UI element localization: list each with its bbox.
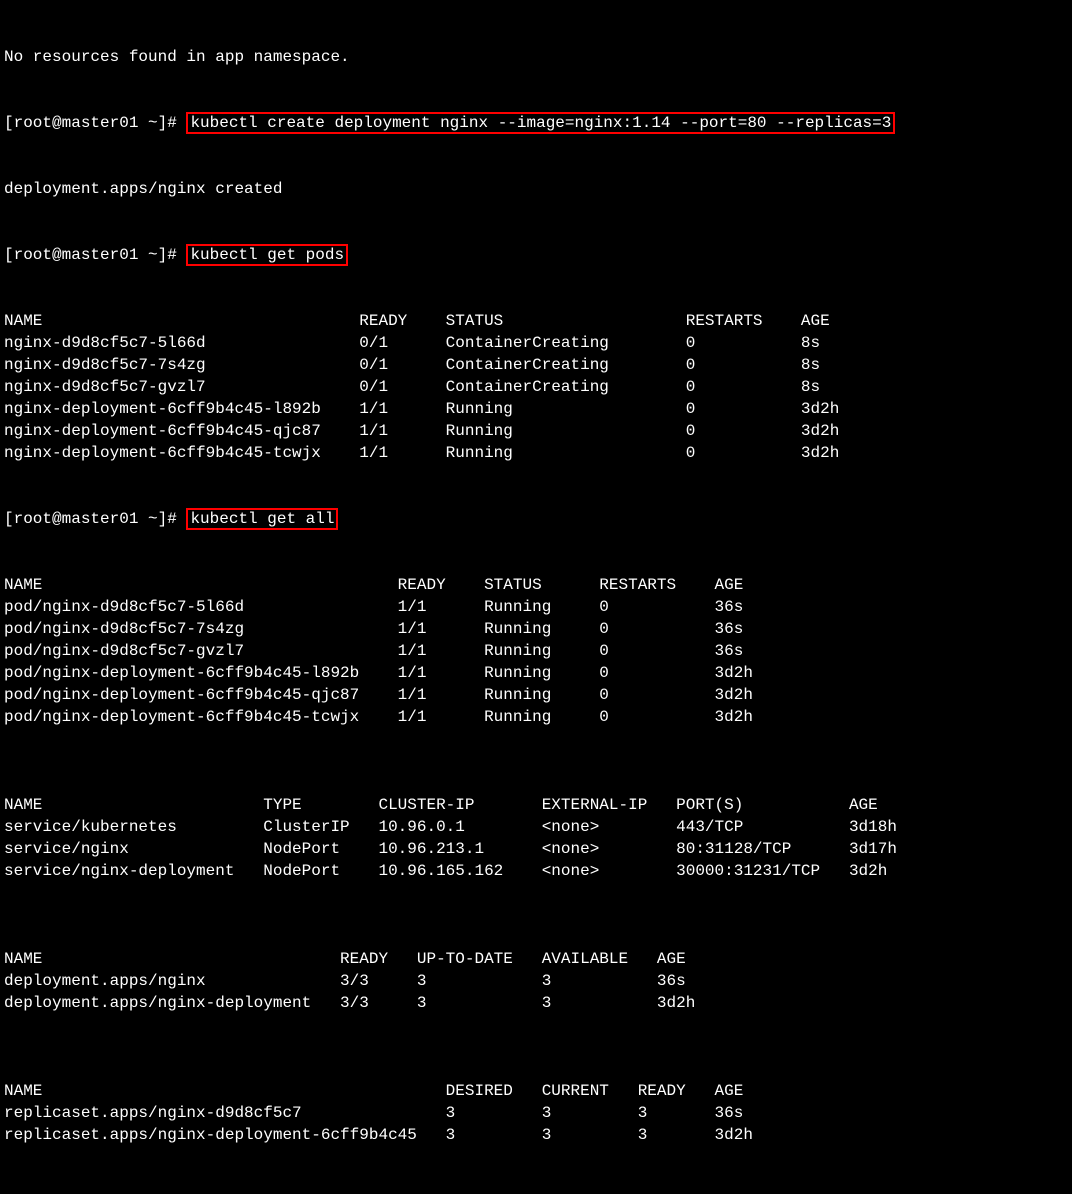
pod-row: nginx-d9d8cf5c7-7s4zg 0/1 ContainerCreat… [4,354,1068,376]
table-header: NAME DESIRED CURRENT READY AGE [4,1080,1068,1102]
highlight-cmd2: kubectl get pods [186,244,348,266]
services-table: NAME TYPE CLUSTER-IP EXTERNAL-IP PORT(S)… [4,794,1068,882]
deployments-table: NAME READY UP-TO-DATE AVAILABLE AGEdeplo… [4,948,1068,1014]
highlight-cmd1: kubectl create deployment nginx --image=… [186,112,895,134]
cmd1-text: kubectl create deployment nginx --image=… [190,114,891,132]
pod-row: pod/nginx-deployment-6cff9b4c45-tcwjx 1/… [4,706,1068,728]
command-line-3: [root@master01 ~]# kubectl get all [4,508,1068,530]
pod-row: nginx-d9d8cf5c7-gvzl7 0/1 ContainerCreat… [4,376,1068,398]
output-line: deployment.apps/nginx created [4,178,1068,200]
all-pods-table: NAME READY STATUS RESTARTS AGEpod/nginx-… [4,574,1068,728]
pod-row: pod/nginx-deployment-6cff9b4c45-l892b 1/… [4,662,1068,684]
replicaset-row: replicaset.apps/nginx-deployment-6cff9b4… [4,1124,1068,1146]
pod-row: pod/nginx-d9d8cf5c7-7s4zg 1/1 Running 0 … [4,618,1068,640]
table-header: NAME TYPE CLUSTER-IP EXTERNAL-IP PORT(S)… [4,794,1068,816]
pod-row: nginx-deployment-6cff9b4c45-l892b 1/1 Ru… [4,398,1068,420]
truncated-line: No resources found in app namespace. [4,46,1068,68]
cmd2-text: kubectl get pods [190,246,344,264]
service-row: service/nginx NodePort 10.96.213.1 <none… [4,838,1068,860]
pod-row: pod/nginx-deployment-6cff9b4c45-qjc87 1/… [4,684,1068,706]
table-header: NAME READY UP-TO-DATE AVAILABLE AGE [4,948,1068,970]
blank-line [4,904,1068,926]
command-line-1: [root@master01 ~]# kubectl create deploy… [4,112,1068,134]
table-header: NAME READY STATUS RESTARTS AGE [4,310,1068,332]
pod-row: pod/nginx-d9d8cf5c7-5l66d 1/1 Running 0 … [4,596,1068,618]
blank-line [4,750,1068,772]
cmd3-text: kubectl get all [190,510,334,528]
terminal[interactable]: No resources found in app namespace. [ro… [0,0,1072,1194]
replicaset-row: replicaset.apps/nginx-d9d8cf5c7 3 3 3 36… [4,1102,1068,1124]
pod-row: nginx-deployment-6cff9b4c45-tcwjx 1/1 Ru… [4,442,1068,464]
pod-row: nginx-d9d8cf5c7-5l66d 0/1 ContainerCreat… [4,332,1068,354]
prompt: [root@master01 ~]# [4,510,186,528]
highlight-cmd3: kubectl get all [186,508,338,530]
pod-row: nginx-deployment-6cff9b4c45-qjc87 1/1 Ru… [4,420,1068,442]
service-row: service/kubernetes ClusterIP 10.96.0.1 <… [4,816,1068,838]
blank-line [4,1036,1068,1058]
deployment-row: deployment.apps/nginx 3/3 3 3 36s [4,970,1068,992]
prompt: [root@master01 ~]# [4,114,186,132]
pod-row: pod/nginx-d9d8cf5c7-gvzl7 1/1 Running 0 … [4,640,1068,662]
replicasets-table: NAME DESIRED CURRENT READY AGEreplicaset… [4,1080,1068,1146]
prompt: [root@master01 ~]# [4,246,186,264]
command-line-2: [root@master01 ~]# kubectl get pods [4,244,1068,266]
pods-table: NAME READY STATUS RESTARTS AGEnginx-d9d8… [4,310,1068,464]
table-header: NAME READY STATUS RESTARTS AGE [4,574,1068,596]
service-row: service/nginx-deployment NodePort 10.96.… [4,860,1068,882]
deployment-row: deployment.apps/nginx-deployment 3/3 3 3… [4,992,1068,1014]
